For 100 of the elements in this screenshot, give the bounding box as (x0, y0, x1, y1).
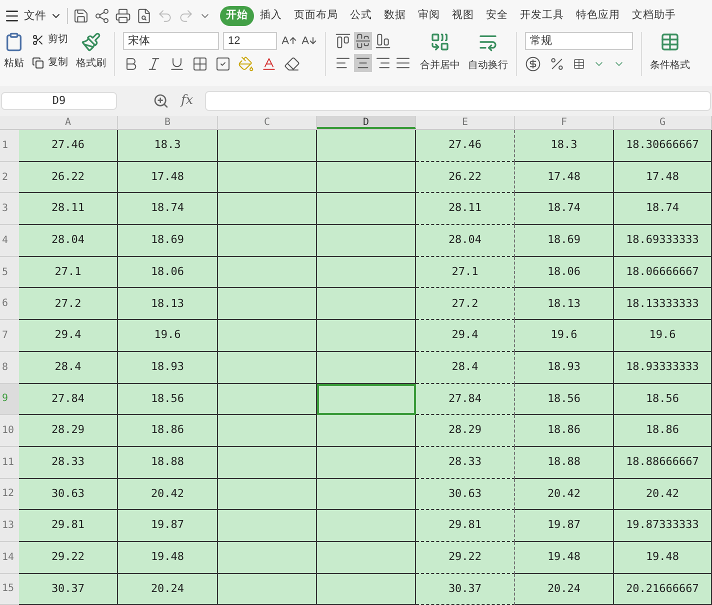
row-header[interactable]: 1 (0, 130, 19, 162)
row-header[interactable]: 12 (0, 478, 19, 510)
save-icon[interactable] (73, 8, 89, 24)
table-cell: 18.86 (118, 415, 218, 447)
row-header[interactable]: 10 (0, 415, 19, 447)
ribbon-tab[interactable]: 插入 (254, 6, 288, 26)
merge-center-button[interactable]: 合并居中 (420, 32, 460, 73)
table-cell: 18.06 (515, 256, 614, 288)
table-cell: 28.4 (19, 352, 118, 384)
merge-icon (430, 32, 450, 52)
table-cell: 19.48 (614, 542, 712, 574)
table-cell: 20.42 (118, 478, 218, 510)
zoom-icon[interactable] (153, 93, 169, 109)
conditional-format-button[interactable]: 条件格式 (650, 32, 690, 73)
align-top-icon[interactable] (334, 32, 352, 50)
table-cell: 27.84 (416, 384, 515, 416)
table-cell: 19.6 (614, 320, 712, 352)
row-header[interactable]: 6 (0, 288, 19, 320)
table-cell: 18.30666667 (614, 130, 712, 162)
table-cell: 28.33 (416, 446, 515, 479)
table-icon (660, 32, 680, 52)
table-cell: 19.6 (515, 320, 614, 352)
font-size-field[interactable]: 12 (223, 32, 277, 50)
table-cell: 18.88666667 (614, 446, 712, 479)
print-preview-icon[interactable] (136, 8, 152, 24)
column-header[interactable]: A (19, 116, 118, 129)
name-box[interactable]: D9 (1, 92, 117, 110)
row-header[interactable]: 11 (0, 446, 19, 479)
table-cell: 20.21666667 (614, 574, 712, 605)
row-header[interactable]: 5 (0, 256, 19, 288)
table-cell: 30.37 (416, 574, 515, 605)
print-icon[interactable] (115, 8, 131, 24)
ribbon-tab[interactable]: 文档助手 (626, 6, 682, 26)
row-header[interactable]: 2 (0, 162, 19, 194)
column-header[interactable]: D (317, 116, 416, 129)
column-header[interactable]: E (416, 116, 515, 129)
copy-button[interactable]: 复制 (32, 55, 68, 70)
column-header[interactable]: B (118, 116, 218, 129)
table-cell: 18.86 (614, 415, 712, 447)
font-name-field[interactable]: 宋体 (123, 32, 219, 50)
table-cell: 18.69 (515, 225, 614, 257)
ribbon-tab[interactable]: 特色应用 (570, 6, 626, 26)
column-header[interactable]: F (515, 116, 614, 129)
ribbon-tab[interactable]: 公式 (344, 6, 378, 26)
ribbon-tab[interactable]: 安全 (480, 6, 514, 26)
row-header[interactable]: 13 (0, 510, 19, 542)
table-cell: 19.48 (515, 542, 614, 574)
row-header[interactable]: 15 (0, 574, 19, 605)
wrap-text-button[interactable]: 自动换行 (468, 32, 508, 73)
paste-button[interactable]: 粘贴 (4, 32, 24, 71)
table-cell: 17.48 (515, 162, 614, 194)
share-icon[interactable] (94, 8, 110, 24)
percent-icon[interactable] (549, 56, 565, 72)
ribbon-tab[interactable]: 页面布局 (288, 6, 344, 26)
function-label[interactable]: fx (181, 91, 194, 111)
clipboard-icon (4, 32, 24, 52)
table-cell: 27.1 (416, 256, 515, 288)
column-header[interactable]: G (614, 116, 712, 129)
table-cell: 20.24 (515, 574, 614, 605)
table-cell: 27.46 (416, 130, 515, 162)
row-header[interactable]: 7 (0, 320, 19, 352)
format-painter-button[interactable]: 格式刷 (76, 32, 106, 71)
row-header[interactable]: 4 (0, 225, 19, 257)
table-cell: 18.13 (515, 288, 614, 320)
table-cell: 20.24 (118, 574, 218, 605)
ribbon-tab[interactable]: 审阅 (412, 6, 446, 26)
table-cell: 18.88 (118, 446, 218, 479)
fill-color-icon[interactable] (238, 56, 254, 72)
ribbon-tab[interactable]: 开发工具 (514, 6, 570, 26)
table-cell: 18.13333333 (614, 288, 712, 320)
align-middle-icon[interactable] (354, 32, 372, 50)
table-cell: 28.04 (19, 225, 118, 257)
table-cell: 27.84 (19, 384, 118, 416)
copy-icon (32, 56, 44, 68)
file-menu[interactable]: 文件 (4, 8, 62, 24)
currency-icon[interactable] (525, 56, 541, 72)
table-cell: 18.93 (515, 352, 614, 384)
cut-button[interactable]: 剪切 (32, 32, 68, 47)
table-cell: 19.87 (515, 510, 614, 542)
eraser-icon[interactable] (284, 56, 300, 72)
table-cell: 17.48 (614, 162, 712, 194)
align-center-icon[interactable] (354, 54, 372, 72)
table-cell: 18.88 (515, 446, 614, 479)
align-bottom-icon[interactable] (374, 32, 392, 50)
table-cell: 18.86 (515, 415, 614, 447)
row-header[interactable]: 14 (0, 542, 19, 574)
italic-icon[interactable] (146, 56, 162, 72)
ribbon-tab[interactable]: 视图 (446, 6, 480, 26)
table-cell: 18.56 (614, 384, 712, 416)
underline-icon[interactable] (169, 56, 185, 72)
row-header[interactable]: 8 (0, 352, 19, 384)
table-cell: 18.3 (118, 130, 218, 162)
row-header[interactable]: 3 (0, 193, 19, 226)
table-cell: 18.56 (118, 384, 218, 416)
ribbon-tab[interactable]: 数据 (378, 6, 412, 26)
formula-field[interactable] (205, 91, 711, 111)
borders-icon[interactable] (192, 56, 208, 72)
table-cell: 28.11 (19, 193, 118, 226)
number-format-field[interactable]: 常规 (525, 32, 633, 50)
font-color-icon[interactable] (261, 56, 277, 72)
